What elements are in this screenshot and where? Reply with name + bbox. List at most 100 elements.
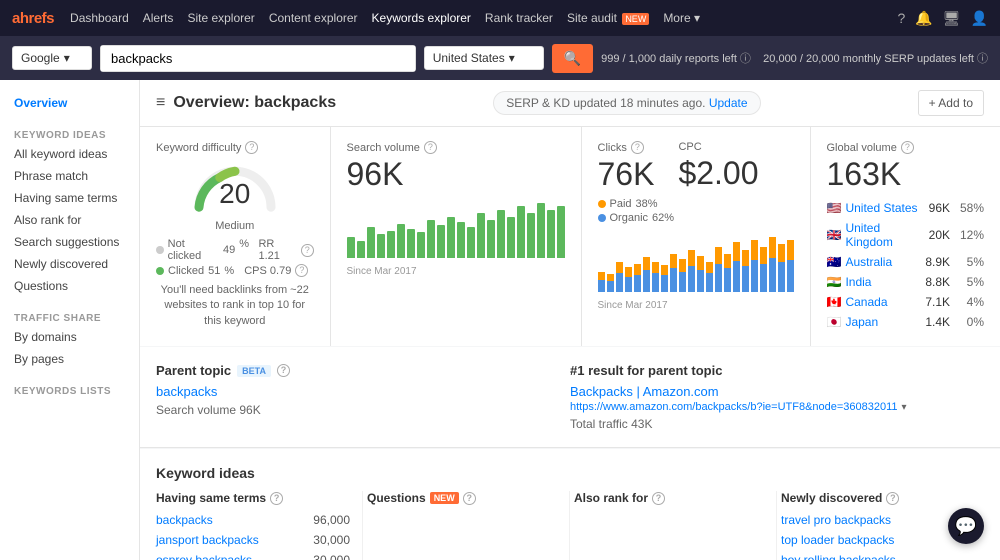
parent-topic-info-icon[interactable]: ? (277, 364, 290, 377)
sidebar-item-phrase-match[interactable]: Phrase match (0, 165, 139, 187)
country-chevron-icon: ▾ (509, 51, 515, 65)
metric-search-volume: Search volume ? 96K Since Mar 2017 (331, 127, 581, 346)
sidebar-item-also-rank-for[interactable]: Also rank for (0, 209, 139, 231)
sidebar-item-all-keyword-ideas[interactable]: All keyword ideas (0, 143, 139, 165)
clicks-bar-organic-2 (616, 273, 623, 292)
clicks-col-18 (760, 247, 767, 292)
nav-dashboard[interactable]: Dashboard (70, 11, 129, 25)
country-selector[interactable]: United States ▾ (424, 46, 544, 70)
chat-bubble[interactable]: 💬 (948, 508, 984, 544)
clicks-bar-chart (598, 232, 794, 292)
ki-keyword-backpacks[interactable]: backpacks (156, 513, 213, 527)
rr-info-icon[interactable]: ? (301, 244, 314, 257)
ki-keyword-top-loader[interactable]: top loader backpacks (781, 533, 894, 547)
dropdown-icon[interactable]: ▾ (902, 402, 907, 413)
engine-selector[interactable]: Google ▾ (12, 46, 92, 70)
clicks-bar-paid-19 (769, 237, 776, 258)
search-button[interactable]: 🔍 (552, 44, 593, 73)
country-name-3[interactable]: India (845, 275, 925, 289)
sidebar-item-by-pages[interactable]: By pages (0, 348, 139, 370)
questions-info-icon[interactable]: ? (463, 492, 476, 505)
sv-bar-20 (547, 210, 555, 258)
clicks-col-0 (598, 272, 605, 292)
clicks-col-19 (769, 237, 776, 292)
sidebar-item-by-domains[interactable]: By domains (0, 326, 139, 348)
user-icon[interactable]: 👤 (971, 10, 988, 27)
ki-row-travel-pro: travel pro backpacks 450 (781, 513, 972, 527)
serp-update-info: SERP & KD updated 18 minutes ago. Update (493, 91, 760, 115)
ki-keyword-osprey[interactable]: osprey backpacks (156, 553, 252, 560)
clicks-info-icon[interactable]: ? (631, 141, 644, 154)
country-row-0: 🇺🇸 United States 96K 58% (827, 198, 985, 218)
clicks-bar-organic-8 (670, 268, 677, 292)
gv-value: 163K (827, 158, 985, 190)
also-rank-for-info-icon[interactable]: ? (652, 492, 665, 505)
ki-keyword-boy-rolling[interactable]: boy rolling backpacks (781, 553, 896, 560)
sidebar-item-questions[interactable]: Questions (0, 275, 139, 297)
sidebar-item-newly-discovered[interactable]: Newly discovered (0, 253, 139, 275)
parent-topic-result-title[interactable]: Backpacks | Amazon.com (570, 384, 984, 399)
bell-icon[interactable]: 🔔 (915, 10, 932, 27)
monitor-icon[interactable]: 🖥 (943, 10, 961, 27)
sidebar-item-having-same-terms[interactable]: Having same terms (0, 187, 139, 209)
add-to-button[interactable]: + Add to (918, 90, 984, 116)
gv-info-icon[interactable]: ? (901, 141, 914, 154)
parent-topic-grid: Parent topic BETA ? backpacks Search vol… (156, 363, 984, 431)
help-icon[interactable]: ? (898, 10, 906, 26)
country-name-5[interactable]: Japan (845, 315, 925, 329)
country-name-2[interactable]: Australia (845, 255, 925, 269)
country-val-1: 20K (929, 228, 950, 242)
newly-discovered-info-icon[interactable]: ? (886, 492, 899, 505)
sidebar-heading-traffic-share: TRAFFIC SHARE (0, 309, 139, 326)
kd-not-clicked: Not clicked 49% RR 1.21 ? (156, 238, 314, 262)
nav-site-explorer[interactable]: Site explorer (187, 11, 254, 25)
cps-info-icon[interactable]: ? (295, 264, 308, 277)
nav-keywords-explorer[interactable]: Keywords explorer (372, 11, 471, 25)
clicks-col-5 (643, 257, 650, 292)
flag-icon-5: 🇯🇵 (827, 315, 842, 329)
sv-bar-12 (467, 227, 475, 258)
ki-value-jansport: 30,000 (313, 533, 350, 547)
sidebar-item-search-suggestions[interactable]: Search suggestions (0, 231, 139, 253)
country-row-4: 🇨🇦 Canada 7.1K 4% (827, 292, 985, 312)
ki-row-top-loader: top loader backpacks (781, 533, 972, 547)
sv-bar-8 (427, 220, 435, 258)
clicks-bar-paid-17 (751, 240, 758, 260)
clicks-paid: Paid 38% (598, 198, 794, 210)
clicks-bar-organic-16 (742, 266, 749, 292)
country-pct-1: 12% (956, 228, 984, 242)
clicks-col-9 (679, 259, 686, 292)
clicks-chart-label: Since Mar 2017 (598, 300, 794, 311)
having-same-terms-info-icon[interactable]: ? (270, 492, 283, 505)
search-input[interactable] (101, 46, 415, 71)
nav-rank-tracker[interactable]: Rank tracker (485, 11, 553, 25)
nav-content-explorer[interactable]: Content explorer (269, 11, 358, 25)
metrics-grid: Keyword difficulty ? 20 Medium (140, 127, 1000, 346)
sidebar-keywords-lists-section: KEYWORDS LISTS (0, 382, 139, 399)
sv-bar-4 (387, 231, 395, 259)
sv-chart-label: Since Mar 2017 (347, 266, 565, 277)
ki-keyword-jansport[interactable]: jansport backpacks (156, 533, 259, 547)
menu-icon[interactable]: ≡ (156, 94, 165, 112)
nav-more[interactable]: More ▾ (663, 11, 700, 25)
ki-col-questions: Questions NEW ? (363, 491, 570, 560)
update-link[interactable]: Update (709, 96, 748, 110)
country-name-1[interactable]: United Kingdom (845, 221, 928, 249)
parent-topic-result-url[interactable]: https://www.amazon.com/backpacks/b?ie=UT… (570, 401, 898, 413)
flag-icon-1: 🇬🇧 (827, 228, 842, 242)
parent-topic-value[interactable]: backpacks (156, 384, 570, 399)
nav-alerts[interactable]: Alerts (143, 11, 174, 25)
sidebar-heading-keywords-lists: KEYWORDS LISTS (0, 382, 139, 399)
clicks-value: 76K (598, 158, 655, 190)
country-name-0[interactable]: United States (845, 201, 928, 215)
sv-info-icon[interactable]: ? (424, 141, 437, 154)
clicks-bar-paid-13 (715, 247, 722, 264)
clicks-col-3 (625, 267, 632, 292)
sidebar-item-overview[interactable]: Overview (0, 92, 139, 114)
kd-info-icon[interactable]: ? (245, 141, 258, 154)
nav-site-audit[interactable]: Site audit NEW (567, 11, 649, 25)
ki-value-osprey: 30,000 (313, 553, 350, 560)
ki-keyword-travel-pro[interactable]: travel pro backpacks (781, 513, 891, 527)
parent-topic-label: Parent topic BETA ? (156, 363, 570, 378)
country-name-4[interactable]: Canada (845, 295, 925, 309)
